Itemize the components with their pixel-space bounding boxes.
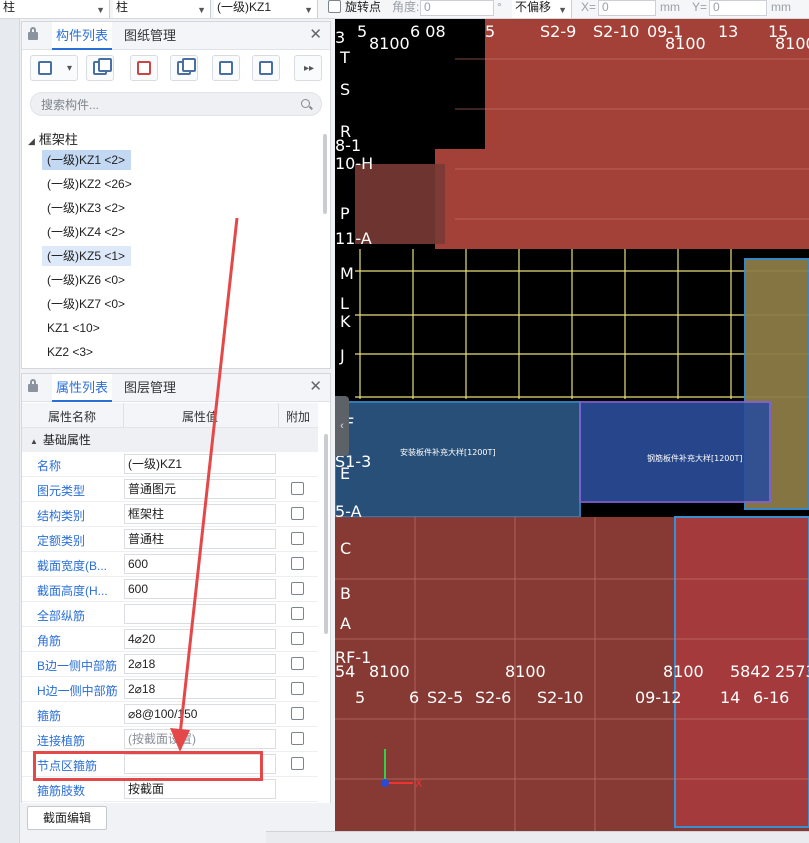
annotation-arrow <box>170 217 239 752</box>
